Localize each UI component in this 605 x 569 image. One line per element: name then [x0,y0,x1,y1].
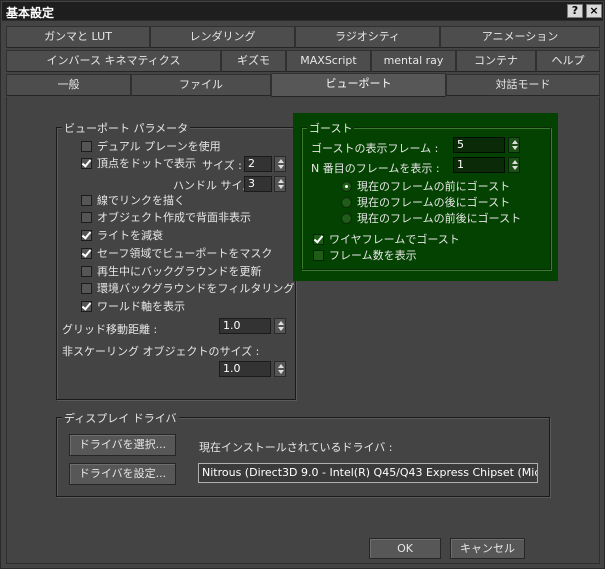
non-scaling-size-input[interactable]: 1.0 [219,361,271,377]
attenuate-lights-checkbox[interactable] [81,229,92,241]
grid-nudge-spinner[interactable] [274,318,286,334]
attenuate-lights-option[interactable]: ライトを減衰 [81,227,163,243]
show-frame-numbers-option[interactable]: フレーム数を表示 [313,247,417,263]
update-background-checkbox[interactable] [81,265,92,277]
ok-button[interactable]: OK [369,538,441,559]
draw-links-label: 線でリンクを描く [97,194,185,207]
tab-general[interactable]: 一般 [6,74,131,96]
grid-nudge-input[interactable]: 1.0 [219,318,271,334]
ghost-wireframe-label: ワイヤフレームでゴースト [329,233,460,246]
window-title: 基本設定 [6,6,55,20]
dual-planes-label: デュアル プレーンを使用 [97,140,221,153]
tab-containers[interactable]: コンテナ [456,50,536,72]
tab-maxscript[interactable]: MAXScript [286,50,371,72]
choose-driver-button[interactable]: ドライバを選択... [69,434,176,456]
ghosting-title: ゴースト [307,120,355,136]
safe-frame-mask-checkbox[interactable] [81,247,92,259]
ghost-before-after-radio[interactable] [341,212,352,224]
ghost-after-label: 現在のフレームの後にゴースト [357,196,511,209]
nth-frame-input[interactable]: 1 [453,157,505,173]
title-bar[interactable]: 基本設定 [2,2,603,21]
configure-driver-button[interactable]: ドライバを設定... [69,463,176,485]
draw-links-checkbox[interactable] [81,194,92,206]
preferences-dialog: 基本設定 ? × ガンマと LUT レンダリング ラジオシティ アニメーション … [0,0,605,569]
tab-interaction-mode[interactable]: 対話モード [446,74,600,96]
draw-links-option[interactable]: 線でリンクを描く [81,192,185,208]
show-frame-numbers-label: フレーム数を表示 [329,249,417,262]
tab-rendering[interactable]: レンダリング [150,26,295,48]
update-background-option[interactable]: 再生中にバックグラウンドを更新 [81,263,262,279]
world-axis-checkbox[interactable] [81,300,92,312]
tab-help[interactable]: ヘルプ [536,50,600,72]
installed-driver-field: Nitrous (Direct3D 9.0 - Intel(R) Q45/Q43… [198,463,538,483]
handle-size-input[interactable]: 3 [244,176,272,192]
display-driver-group: ディスプレイ ドライバ [56,410,550,497]
ghost-frames-label: ゴーストの表示フレーム : [311,142,439,155]
dual-planes-checkbox[interactable] [81,140,92,152]
show-frame-numbers-checkbox[interactable] [313,249,324,261]
ghost-before-radio[interactable] [341,180,352,192]
help-button[interactable]: ? [567,4,583,18]
safe-frame-mask-label: セーフ領域でビューポートをマスク [97,247,273,260]
non-scaling-size-spinner[interactable] [274,361,286,377]
tab-gizmos[interactable]: ギズモ [221,50,286,72]
tab-animation[interactable]: アニメーション [440,26,600,48]
ghost-before-label: 現在のフレームの前にゴースト [357,180,511,193]
nth-frame-label: N 番目のフレームを表示 : [311,162,440,175]
dot-size-input[interactable]: 2 [244,156,272,172]
handle-size-spinner[interactable] [274,176,286,192]
vertex-dots-option[interactable]: 頂点をドットで表示 [81,155,196,171]
safe-frame-mask-option[interactable]: セーフ領域でビューポートをマスク [81,245,272,261]
ghost-wireframe-checkbox[interactable] [313,233,324,245]
tab-inverse-kinematics[interactable]: インバース キネマティクス [6,50,221,72]
tab-viewports[interactable]: ビューポート [271,73,446,97]
backface-cull-checkbox[interactable] [81,211,92,223]
world-axis-option[interactable]: ワールド軸を表示 [81,298,185,314]
display-driver-title: ディスプレイ ドライバ [62,410,179,426]
ghost-frames-spinner[interactable] [508,137,520,153]
ghost-before-option[interactable]: 現在のフレームの前にゴースト [341,178,510,194]
ghost-after-option[interactable]: 現在のフレームの後にゴースト [341,194,510,210]
filter-background-label: 環境バックグラウンドをフィルタリング [97,282,295,295]
backface-cull-option[interactable]: オブジェクト作成で背面非表示 [81,209,251,225]
viewport-parameters-title: ビューポート パラメータ [62,120,191,136]
attenuate-lights-label: ライトを減衰 [97,229,163,242]
non-scaling-size-label: 非スケーリング オブジェクトのサイズ : [62,345,260,358]
cancel-button[interactable]: キャンセル [450,538,525,559]
installed-driver-label: 現在インストールされているドライバ : [199,441,393,454]
update-background-label: 再生中にバックグラウンドを更新 [97,265,262,278]
tab-files[interactable]: ファイル [131,74,271,96]
vertex-dots-checkbox[interactable] [81,157,92,169]
tab-mental-ray[interactable]: mental ray [371,50,456,72]
ghost-before-after-label: 現在のフレームの前後にゴースト [357,212,522,225]
nth-frame-spinner[interactable] [508,157,520,173]
tab-radiosity[interactable]: ラジオシティ [295,26,440,48]
filter-background-option[interactable]: 環境バックグラウンドをフィルタリング [81,280,294,296]
ghost-wireframe-option[interactable]: ワイヤフレームでゴースト [313,231,460,247]
tab-gamma-lut[interactable]: ガンマと LUT [6,26,150,48]
grid-nudge-label: グリッド移動距離 : [62,323,158,336]
dot-size-label: サイズ : [202,159,242,172]
filter-background-checkbox[interactable] [81,282,92,294]
world-axis-label: ワールド軸を表示 [97,300,185,313]
ghost-frames-input[interactable]: 5 [453,137,505,153]
vertex-dots-label: 頂点をドットで表示 [97,157,196,170]
ghost-before-after-option[interactable]: 現在のフレームの前後にゴースト [341,210,521,226]
dot-size-spinner[interactable] [274,156,286,172]
close-button[interactable]: × [586,4,602,18]
ghosting-panel: ゴースト ゴーストの表示フレーム : 5 N 番目のフレームを表示 : 1 現在… [293,113,558,281]
dual-planes-option[interactable]: デュアル プレーンを使用 [81,138,221,154]
backface-cull-label: オブジェクト作成で背面非表示 [97,211,251,224]
ghost-after-radio[interactable] [341,196,352,208]
